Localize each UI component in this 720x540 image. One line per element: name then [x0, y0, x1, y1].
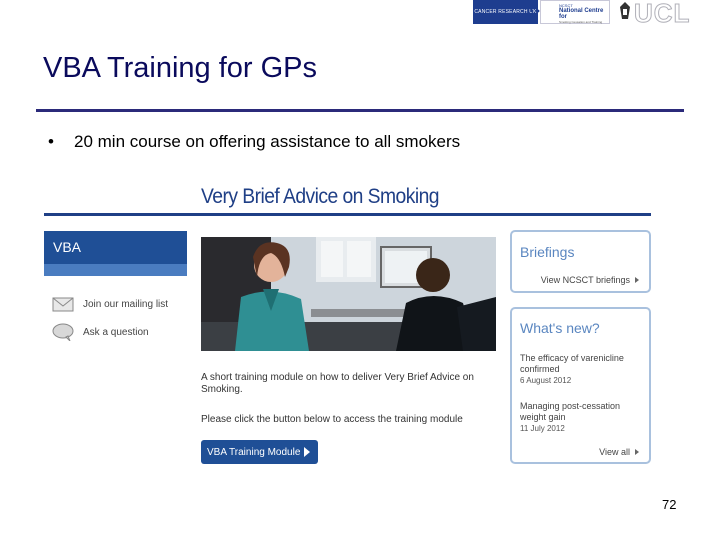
- news-item-text: Managing post-cessation weight gain: [520, 401, 621, 422]
- ncsct-logo-line3: Smoking Cessation and Training: [559, 20, 603, 24]
- cta-label: VBA Training Module: [207, 446, 301, 458]
- cancer-research-uk-logo: CANCER RESEARCH UK: [473, 0, 538, 24]
- mailing-list-label: Join our mailing list: [83, 299, 169, 310]
- view-briefings-link[interactable]: View NCSCT briefings: [541, 275, 639, 285]
- ask-question-label: Ask a question: [83, 326, 149, 338]
- mailing-list-link[interactable]: Join our mailing list: [52, 297, 168, 312]
- bullet-text: 20 min course on offering assistance to …: [74, 132, 461, 151]
- ucl-logo: UCL: [633, 0, 691, 29]
- page-number: 72: [662, 497, 677, 512]
- site-heading: Very Brief Advice on Smoking: [201, 185, 440, 208]
- triangle-right-icon: [635, 277, 639, 283]
- ncsct-logo: NCSCT National Centre for Smoking Cessat…: [540, 0, 610, 24]
- sidebar-nav-vba[interactable]: VBA: [44, 231, 187, 264]
- consultation-photo: [201, 237, 496, 351]
- news-item[interactable]: The efficacy of varenicline confirmed 6 …: [520, 353, 642, 386]
- speech-bubble-icon: [52, 323, 74, 341]
- news-item-date: 6 August 2012: [520, 376, 572, 385]
- vba-training-module-button[interactable]: VBA Training Module: [201, 440, 318, 464]
- news-item-date: 11 July 2012: [520, 424, 565, 433]
- slide-title: VBA Training for GPs: [43, 52, 318, 84]
- news-item[interactable]: Managing post-cessation weight gain 11 J…: [520, 401, 642, 434]
- sidebar-nav-strip: [44, 264, 187, 276]
- briefings-title: Briefings: [520, 244, 575, 260]
- module-description: A short training module on how to delive…: [201, 372, 474, 395]
- crest-icon: [620, 2, 630, 19]
- site-divider: [44, 213, 651, 216]
- bullet-item: • 20 min course on offering assistance t…: [48, 132, 460, 152]
- envelope-icon: [52, 297, 74, 312]
- news-item-text: The efficacy of varenicline confirmed: [520, 353, 624, 374]
- ncsct-logo-line2: National Centre for: [559, 8, 604, 20]
- whats-new-panel: What's new? The efficacy of varenicline …: [510, 307, 651, 464]
- whats-new-title: What's new?: [520, 320, 600, 336]
- title-divider: [36, 109, 684, 112]
- triangle-right-icon: [635, 449, 639, 455]
- view-briefings-label: View NCSCT briefings: [540, 275, 630, 285]
- bullet-symbol: •: [48, 132, 54, 151]
- star-mark-icon: [530, 5, 540, 17]
- play-arrow-icon: [304, 447, 310, 457]
- ask-question-link[interactable]: Ask a question: [52, 323, 149, 341]
- module-instruction: Please click the button below to access …: [201, 414, 463, 425]
- view-all-link[interactable]: View all: [599, 447, 639, 457]
- view-all-label: View all: [599, 447, 630, 457]
- briefings-panel: Briefings View NCSCT briefings: [510, 230, 651, 293]
